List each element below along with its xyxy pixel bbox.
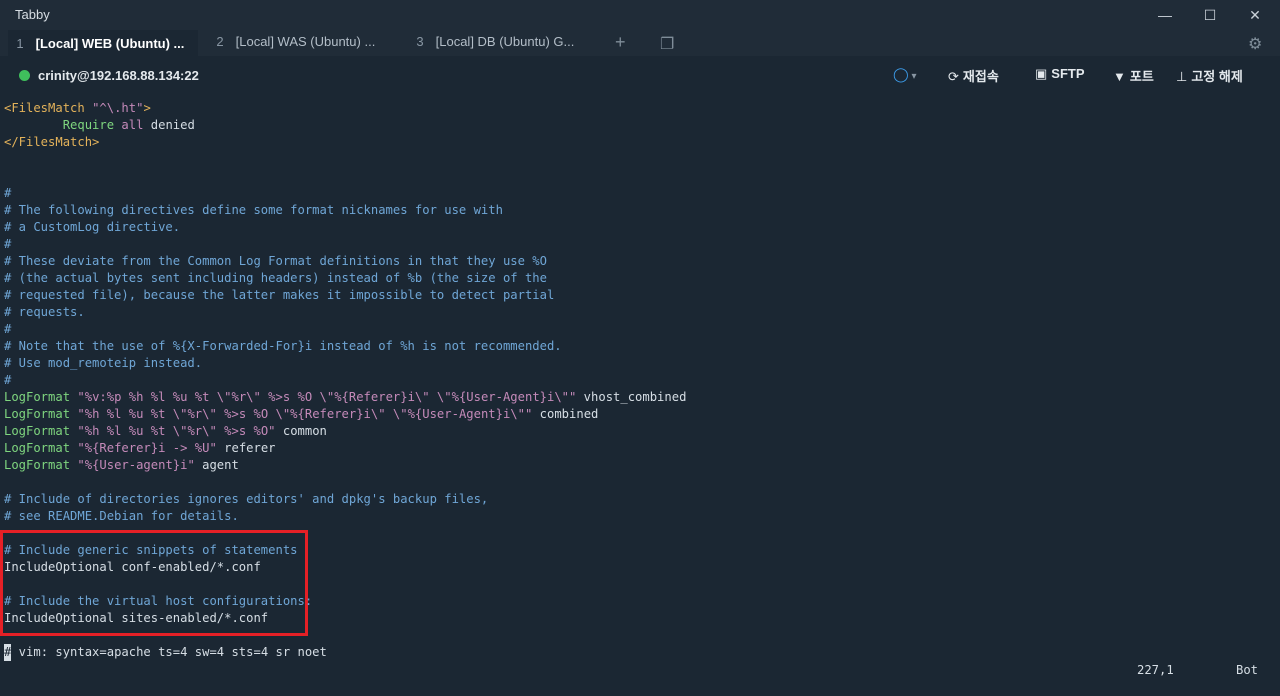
connection-label: crinity@192.168.88.134:22 (38, 68, 199, 83)
terminal-line: # vim: syntax=apache ts=4 sw=4 sts=4 sr … (4, 644, 327, 661)
terminal-line: # requests. (4, 305, 85, 319)
terminal-line: LogFormat "%h %l %u %t \"%r\" %>s %O" co… (4, 424, 327, 438)
terminal-line: # Use mod_remoteip instead. (4, 356, 203, 370)
terminal-line: IncludeOptional conf-enabled/*.conf (4, 560, 261, 574)
tab-label: [Local] DB (Ubuntu) G... (435, 34, 575, 49)
close-button[interactable]: ✕ (1240, 4, 1270, 26)
maximize-button[interactable]: ☐ (1195, 4, 1225, 26)
terminal-line: LogFormat "%{Referer}i -> %U" referer (4, 441, 276, 455)
folder-icon: ▣ (1035, 66, 1048, 81)
terminal-line: # see README.Debian for details. (4, 509, 239, 523)
tab-db[interactable]: 3 [Local] DB (Ubuntu) G... (408, 30, 598, 56)
plug-icon: ▼ (1113, 69, 1126, 84)
terminal-line: # requested file), because the latter ma… (4, 288, 555, 302)
terminal-line: # a CustomLog directive. (4, 220, 181, 234)
terminal-line: # The following directives define some f… (4, 203, 503, 217)
terminal-line: # Include of directories ignores editors… (4, 492, 489, 506)
tab-overview-icon[interactable]: ❐ (660, 34, 674, 54)
lightbulb-icon[interactable]: ◯ ▾ (893, 66, 916, 83)
connected-status-icon (19, 70, 30, 81)
terminal-line: LogFormat "%h %l %u %t \"%r\" %>s %O \"%… (4, 407, 599, 421)
sftp-button[interactable]: ▣ SFTP (1035, 66, 1085, 82)
terminal-view[interactable]: 227,1 Bot <FilesMatch "^\.ht"> Require a… (0, 100, 1280, 696)
title-bar: Tabby — ☐ ✕ (0, 0, 1280, 30)
tab-bar: 1 [Local] WEB (Ubuntu) ... 2 [Local] WAS… (0, 30, 1280, 56)
tab-number: 1 (16, 36, 24, 51)
terminal-line: IncludeOptional sites-enabled/*.conf (4, 611, 269, 625)
terminal-line: # Note that the use of %{X-Forwarded-For… (4, 339, 562, 353)
minimize-button[interactable]: — (1150, 4, 1180, 26)
settings-gear-icon[interactable]: ⚙ (1248, 34, 1262, 54)
terminal-line: <FilesMatch "^\.ht"> (4, 101, 151, 115)
new-tab-icon[interactable]: + (615, 32, 626, 53)
terminal-line: LogFormat "%v:%p %h %l %u %t \"%r\" %>s … (4, 390, 687, 404)
unpin-button[interactable]: ⊥ 고정 해제 (1176, 66, 1243, 85)
tab-number: 2 (216, 34, 224, 49)
terminal-line: # (the actual bytes sent including heade… (4, 271, 547, 285)
app-title: Tabby (15, 7, 50, 22)
terminal-line: # (4, 373, 12, 387)
terminal-line: # (4, 237, 12, 251)
ports-button[interactable]: ▼ 포트 (1113, 66, 1154, 85)
reconnect-button[interactable]: ⟳ 재접속 (948, 66, 999, 85)
refresh-icon: ⟳ (948, 69, 959, 84)
tab-label: [Local] WAS (Ubuntu) ... (235, 34, 376, 49)
scroll-position: Bot (1236, 663, 1259, 677)
terminal-line: # (4, 186, 12, 200)
tab-web[interactable]: 1 [Local] WEB (Ubuntu) ... (8, 30, 198, 56)
pin-icon: ⊥ (1176, 69, 1188, 84)
tab-was[interactable]: 2 [Local] WAS (Ubuntu) ... (208, 30, 398, 56)
terminal-line: # Include generic snippets of statements (4, 543, 298, 557)
tab-label: [Local] WEB (Ubuntu) ... (35, 36, 185, 51)
terminal-line: Require all denied (62, 118, 195, 132)
terminal-line: # These deviate from the Common Log Form… (4, 254, 547, 268)
tab-number: 3 (416, 34, 424, 49)
session-toolbar: crinity@192.168.88.134:22 ◯ ▾ ⟳ 재접속 ▣ SFTP… (0, 56, 1280, 96)
cursor-position: 227,1 (1137, 663, 1174, 677)
terminal-line: </FilesMatch> (4, 135, 100, 149)
terminal-line: LogFormat "%{User-agent}i" agent (4, 458, 239, 472)
terminal-line: # (4, 322, 12, 336)
terminal-line: # Include the virtual host configuration… (4, 594, 313, 608)
